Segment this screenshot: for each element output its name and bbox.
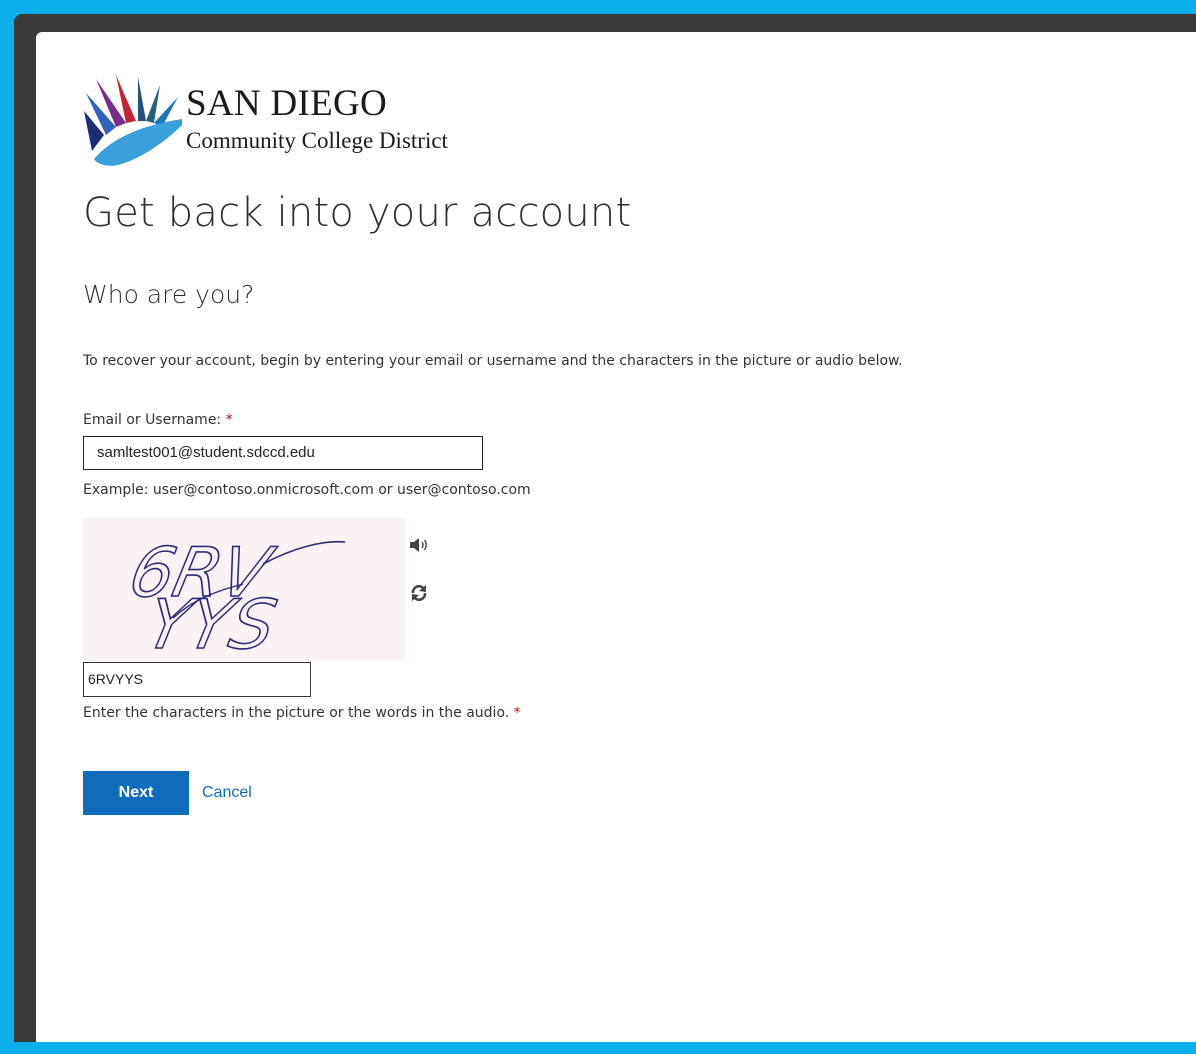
intro-text: To recover your account, begin by enteri…: [83, 353, 903, 369]
logo-sunburst-icon: [84, 75, 182, 166]
logo-title: SAN DIEGO: [186, 83, 388, 124]
required-mark: *: [513, 705, 521, 721]
section-title: Who are you?: [83, 280, 255, 309]
page-title: Get back into your account: [83, 190, 632, 236]
captcha-graphic: 6RV YYS: [122, 533, 346, 666]
captcha-noise-stroke: [262, 540, 346, 565]
cancel-link[interactable]: Cancel: [202, 784, 252, 802]
logo-subtitle: Community College District: [186, 128, 448, 153]
speaker-icon[interactable]: [405, 531, 433, 559]
email-label-text: Email or Username:: [83, 412, 222, 428]
captcha-input[interactable]: 6RVYYS: [83, 662, 311, 697]
captcha-image: 6RV YYS: [83, 518, 405, 666]
captcha-help-label: Enter the characters in the picture or t…: [83, 705, 510, 721]
email-label: Email or Username: *: [83, 412, 233, 428]
captcha-help-text: Enter the characters in the picture or t…: [83, 705, 521, 721]
captcha-line-2: YYS: [140, 586, 283, 661]
email-example-text: Example: user@contoso.onmicrosoft.com or…: [83, 482, 531, 498]
required-mark: *: [225, 412, 233, 428]
email-input[interactable]: samltest001@student.sdccd.edu: [83, 436, 483, 470]
refresh-icon[interactable]: [405, 579, 433, 607]
next-button[interactable]: Next: [83, 771, 189, 815]
